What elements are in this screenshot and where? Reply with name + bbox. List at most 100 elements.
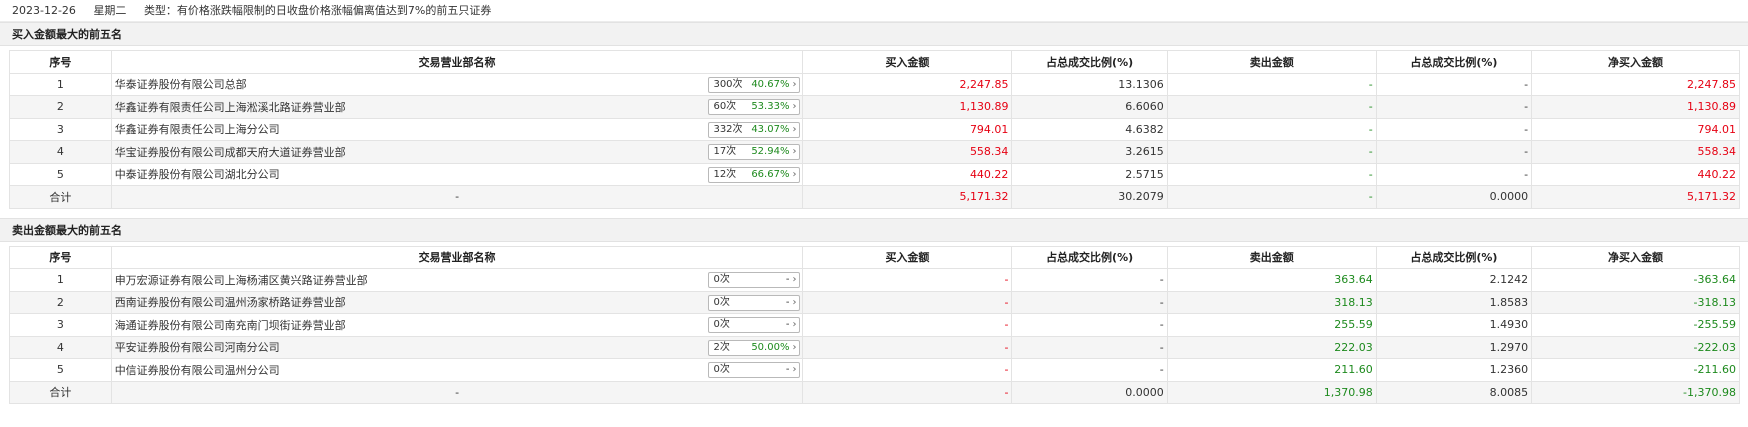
broker-stats-button[interactable]: 0次 - › — [708, 272, 801, 288]
total-sell-ratio: 8.0085 — [1375, 380, 1533, 404]
broker-stats-button[interactable]: 0次 - › — [708, 294, 801, 311]
sell-ratio: 1.2970 — [1375, 335, 1533, 359]
table-row: 2 西南证券股份有限公司温州汤家桥路证券营业部 0次 - › - -318.13 1.8583… — [9, 290, 1740, 314]
total-label: 合计 — [9, 380, 112, 404]
sell-amount: - — [1166, 95, 1377, 119]
trade-date: 2023-12-26 — [12, 4, 76, 17]
col-header-broker: 交易营业部名称 — [110, 50, 804, 74]
col-header-sell-pct: 占总成交比例(%) — [1375, 245, 1533, 269]
broker-name: 海通证券股份有限公司南充南门坝街证券营业部 — [114, 318, 346, 332]
net-amount: 558.34 — [1531, 140, 1740, 164]
buy-ratio: 13.1306 — [1011, 72, 1168, 96]
listing-count: 0次 — [713, 319, 730, 330]
col-header-sell: 卖出金额 — [1166, 50, 1377, 74]
page: 2023-12-26 星期二 类型：有价格涨跌幅限制的日收盘价格涨幅偏离值达到7… — [0, 0, 1748, 427]
listing-count: 0次 — [713, 296, 730, 308]
buy-table-header: 序号 交易营业部名称 买入金额 占总成交比例(%) 卖出金额 占总成交比例(%)… — [9, 50, 1740, 74]
chevron-right-icon: › — [792, 78, 797, 90]
buy-ratio: - — [1011, 335, 1168, 359]
chevron-right-icon: › — [792, 296, 797, 308]
listing-count: 300次 — [713, 78, 743, 90]
total-net-amount: -1,370.98 — [1531, 380, 1740, 404]
buy-ratio: - — [1011, 313, 1168, 337]
win-rate: 66.67% — [751, 168, 790, 180]
win-rate: 43.07% — [751, 123, 790, 135]
row-number: 3 — [9, 117, 112, 141]
listing-count: 12次 — [713, 168, 737, 180]
row-number: 1 — [9, 72, 112, 96]
row-number: 1 — [9, 268, 112, 292]
sell-amount: 255.59 — [1166, 313, 1377, 337]
win-rate: 40.67% — [751, 78, 790, 90]
chevron-right-icon: › — [792, 364, 797, 375]
net-amount: -211.60 — [1531, 358, 1740, 382]
row-number: 4 — [9, 140, 112, 164]
sell-amount: 222.03 — [1166, 335, 1377, 359]
col-header-net: 净买入金额 — [1531, 50, 1740, 74]
broker-stats-button[interactable]: 300次 40.67% › — [708, 76, 801, 93]
broker-name: 西南证券股份有限公司温州汤家桥路证券营业部 — [114, 296, 346, 310]
net-amount: 794.01 — [1531, 117, 1740, 141]
listing-count: 2次 — [713, 341, 730, 353]
broker-name: 华鑫证券有限责任公司上海分公司 — [114, 123, 280, 137]
sell-ratio: - — [1375, 72, 1533, 96]
net-amount: 1,130.89 — [1531, 95, 1740, 119]
broker-stats-button[interactable]: 12次 66.67% › — [708, 166, 801, 183]
buy-table: 序号 交易营业部名称 买入金额 占总成交比例(%) 卖出金额 占总成交比例(%)… — [9, 50, 1740, 209]
broker-stats-button[interactable]: 60次 53.33% › — [708, 99, 801, 115]
broker-name: 中信证券股份有限公司温州分公司 — [114, 363, 280, 377]
sell-ratio: 1.4930 — [1375, 313, 1533, 337]
broker-stats-button[interactable]: 0次 - › — [708, 362, 801, 378]
col-header-no: 序号 — [9, 50, 112, 74]
broker-stats-button[interactable]: 2次 50.00% › — [708, 339, 801, 356]
broker-name: 华泰证券股份有限公司总部 — [114, 78, 247, 92]
buy-amount: 794.01 — [802, 117, 1013, 141]
total-buy-amount: 5,171.32 — [802, 185, 1013, 209]
table-row: 1 华泰证券股份有限公司总部 300次 40.67% › 2,247.85 13.1306-… — [9, 72, 1740, 96]
buy-ratio: 6.6060 — [1011, 95, 1168, 119]
buy-ratio: - — [1011, 358, 1168, 382]
table-row: 3 华鑫证券有限责任公司上海分公司 332次 43.07% › 794.01 4.6382-… — [9, 117, 1740, 141]
broker-cell: 华泰证券股份有限公司总部 300次 40.67% › — [110, 72, 804, 96]
win-rate: 50.00% — [751, 341, 790, 353]
listing-count: 60次 — [713, 101, 737, 112]
table-row: 4 华宝证券股份有限公司成都天府大道证券营业部 17次 52.94% › 558.34 3.… — [9, 140, 1740, 164]
total-label: 合计 — [9, 185, 112, 209]
col-header-buy: 买入金额 — [802, 245, 1013, 269]
info-bar: 2023-12-26 星期二 类型：有价格涨跌幅限制的日收盘价格涨幅偏离值达到7… — [0, 0, 1748, 22]
row-number: 5 — [9, 162, 112, 186]
sell-amount: 318.13 — [1166, 290, 1377, 314]
table-row: 3 海通证券股份有限公司南充南门坝街证券营业部 0次 - › - -255.59 1.4930… — [9, 313, 1740, 337]
sell-ratio: 1.8583 — [1375, 290, 1533, 314]
sell-section-title: 卖出金额最大的前五名 — [0, 217, 1748, 242]
chevron-right-icon: › — [792, 168, 797, 180]
buy-amount: 1,130.89 — [802, 95, 1013, 119]
buy-ratio: - — [1011, 290, 1168, 314]
chevron-right-icon: › — [792, 341, 797, 353]
total-buy-ratio: 0.0000 — [1011, 380, 1168, 404]
total-sell-ratio: 0.0000 — [1375, 185, 1533, 209]
broker-stats-button[interactable]: 17次 52.94% › — [708, 144, 801, 160]
buy-amount: - — [802, 335, 1013, 359]
buy-ratio: - — [1011, 268, 1168, 292]
col-header-sell-pct: 占总成交比例(%) — [1375, 50, 1533, 74]
win-rate: 53.33% — [751, 101, 790, 112]
broker-stats-button[interactable]: 332次 43.07% › — [708, 121, 801, 138]
buy-amount: - — [802, 313, 1013, 337]
row-number: 4 — [9, 335, 112, 359]
total-net-amount: 5,171.32 — [1531, 185, 1740, 209]
win-rate: - — [785, 364, 790, 375]
sell-amount: 363.64 — [1166, 268, 1377, 292]
net-amount: -222.03 — [1531, 335, 1740, 359]
broker-cell: 华鑫证券有限责任公司上海分公司 332次 43.07% › — [110, 117, 804, 141]
col-header-no: 序号 — [9, 245, 112, 269]
row-number: 3 — [9, 313, 112, 337]
sell-amount: - — [1166, 162, 1377, 186]
win-rate: 52.94% — [751, 146, 790, 157]
broker-stats-button[interactable]: 0次 - › — [708, 317, 801, 333]
broker-name: 平安证券股份有限公司河南分公司 — [114, 341, 280, 355]
buy-amount: - — [802, 290, 1013, 314]
sell-ratio: - — [1375, 140, 1533, 164]
win-rate: - — [785, 296, 790, 308]
sell-ratio: - — [1375, 162, 1533, 186]
